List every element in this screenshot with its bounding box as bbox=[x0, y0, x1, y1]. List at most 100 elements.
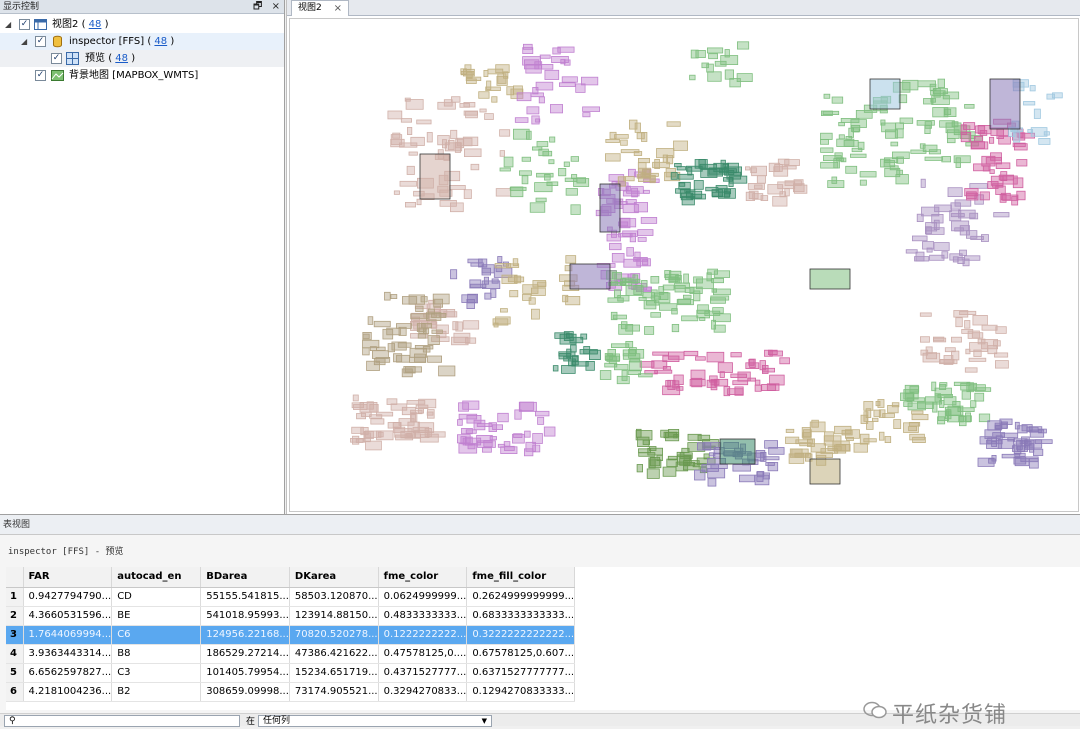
table-cell[interactable]: 58503.120870... bbox=[289, 587, 379, 607]
parcel-footprint[interactable] bbox=[774, 163, 783, 172]
parcel-footprint[interactable] bbox=[852, 128, 860, 133]
parcel-footprint[interactable] bbox=[529, 202, 546, 213]
parcel-footprint[interactable] bbox=[365, 440, 382, 451]
parcel-footprint[interactable] bbox=[821, 110, 833, 116]
parcel-footprint[interactable] bbox=[642, 439, 651, 445]
parcel-footprint[interactable] bbox=[484, 292, 492, 300]
parcel-footprint[interactable] bbox=[759, 360, 766, 371]
parcel-footprint[interactable] bbox=[427, 335, 440, 346]
parcel-footprint[interactable] bbox=[708, 53, 719, 60]
table-cell[interactable]: 4.3660531596... bbox=[23, 606, 113, 626]
parcel-footprint[interactable] bbox=[522, 284, 539, 294]
parcel-footprint[interactable] bbox=[519, 401, 534, 412]
parcel-footprint[interactable] bbox=[882, 413, 895, 418]
parcel-footprint[interactable] bbox=[964, 188, 979, 197]
parcel-footprint[interactable] bbox=[534, 410, 550, 417]
column-header[interactable]: autocad_en bbox=[111, 567, 202, 588]
parcel-block[interactable] bbox=[869, 78, 901, 110]
table-cell[interactable]: 15234.651719... bbox=[289, 663, 379, 683]
parcel-footprint[interactable] bbox=[638, 373, 653, 378]
table-cell[interactable]: 101405.79954... bbox=[200, 663, 290, 683]
row-number[interactable]: 4 bbox=[6, 644, 24, 664]
parcel-footprint[interactable] bbox=[953, 381, 971, 387]
parcel-footprint[interactable] bbox=[563, 161, 570, 167]
parcel-footprint[interactable] bbox=[905, 392, 914, 401]
parcel-footprint[interactable] bbox=[889, 165, 899, 171]
parcel-footprint[interactable] bbox=[691, 377, 703, 388]
parcel-footprint[interactable] bbox=[469, 279, 482, 289]
parcel-footprint[interactable] bbox=[537, 281, 547, 287]
parcel-footprint[interactable] bbox=[390, 403, 408, 411]
parcel-footprint[interactable] bbox=[973, 163, 991, 172]
parcel-footprint[interactable] bbox=[450, 129, 458, 140]
parcel-footprint[interactable] bbox=[764, 440, 779, 449]
parcel-footprint[interactable] bbox=[785, 428, 795, 433]
parcel-footprint[interactable] bbox=[537, 416, 545, 425]
parcel-footprint[interactable] bbox=[462, 400, 480, 410]
table-cell[interactable]: C6 bbox=[111, 625, 202, 645]
table-cell[interactable]: C3 bbox=[111, 663, 202, 683]
parcel-footprint[interactable] bbox=[535, 197, 547, 203]
parcel-footprint[interactable] bbox=[525, 64, 542, 74]
parcel-footprint[interactable] bbox=[925, 396, 942, 405]
parcel-footprint[interactable] bbox=[736, 41, 750, 50]
parcel-footprint[interactable] bbox=[654, 369, 673, 374]
parcel-footprint[interactable] bbox=[707, 478, 717, 487]
parcel-footprint[interactable] bbox=[939, 399, 945, 408]
parcel-footprint[interactable] bbox=[994, 424, 1003, 430]
table-cell[interactable]: 0.6833333333333... bbox=[466, 606, 576, 626]
parcel-footprint[interactable] bbox=[961, 328, 974, 334]
parcel-footprint[interactable] bbox=[1001, 421, 1008, 429]
parcel-footprint[interactable] bbox=[690, 369, 706, 380]
parcel-footprint[interactable] bbox=[618, 323, 634, 335]
parcel-footprint[interactable] bbox=[465, 76, 482, 81]
parcel-footprint[interactable] bbox=[971, 332, 984, 339]
parcel-footprint[interactable] bbox=[902, 79, 919, 91]
parcel-footprint[interactable] bbox=[951, 350, 960, 361]
parcel-footprint[interactable] bbox=[909, 385, 920, 393]
parcel-footprint[interactable] bbox=[820, 147, 834, 153]
table-cell[interactable]: 0.1222222222... bbox=[378, 625, 468, 645]
parcel-footprint[interactable] bbox=[987, 345, 998, 355]
parcel-footprint[interactable] bbox=[518, 170, 532, 176]
parcel-footprint[interactable] bbox=[375, 356, 391, 363]
parcel-footprint[interactable] bbox=[738, 474, 755, 483]
parcel-footprint[interactable] bbox=[461, 294, 477, 303]
parcel-footprint[interactable] bbox=[410, 412, 418, 423]
parcel-footprint[interactable] bbox=[536, 141, 549, 148]
parcel-footprint[interactable] bbox=[481, 447, 492, 453]
parcel-footprint[interactable] bbox=[958, 209, 976, 219]
collapse-icon[interactable]: ◢ bbox=[21, 33, 31, 50]
parcel-footprint[interactable] bbox=[497, 256, 503, 263]
parcel-footprint[interactable] bbox=[859, 171, 877, 178]
parcel-footprint[interactable] bbox=[724, 49, 730, 58]
table-cell[interactable]: 0.3294270833... bbox=[378, 682, 468, 702]
parcel-footprint[interactable] bbox=[516, 92, 532, 102]
parcel-footprint[interactable] bbox=[506, 86, 515, 96]
parcel-footprint[interactable] bbox=[522, 56, 542, 66]
parcel-footprint[interactable] bbox=[522, 47, 534, 55]
table-cell[interactable]: 55155.541815... bbox=[200, 587, 290, 607]
table-row[interactable]: 4 3.9363443314... B8 186529.27214... 47386.4… bbox=[6, 644, 576, 664]
parcel-footprint[interactable] bbox=[924, 121, 932, 129]
parcel-footprint[interactable] bbox=[972, 314, 988, 326]
parcel-footprint[interactable] bbox=[840, 118, 860, 123]
parcel-footprint[interactable] bbox=[399, 180, 417, 187]
parcel-footprint[interactable] bbox=[632, 274, 639, 284]
parcel-footprint[interactable] bbox=[959, 310, 977, 315]
parcel-footprint[interactable] bbox=[650, 295, 662, 300]
table-cell[interactable]: CD bbox=[111, 587, 202, 607]
parcel-footprint[interactable] bbox=[681, 196, 695, 206]
tree-item-basemap[interactable]: ✓ 背景地图 [MAPBOX_WMTS] bbox=[0, 67, 284, 84]
parcel-footprint[interactable] bbox=[393, 190, 400, 195]
parcel-footprint[interactable] bbox=[823, 93, 831, 99]
parcel-footprint[interactable] bbox=[916, 213, 924, 222]
parcel-footprint[interactable] bbox=[651, 360, 668, 369]
parcel-footprint[interactable] bbox=[979, 191, 990, 201]
parcel-footprint[interactable] bbox=[779, 191, 786, 198]
parcel-footprint[interactable] bbox=[959, 415, 967, 427]
parcel-footprint[interactable] bbox=[855, 110, 873, 119]
parcel-footprint[interactable] bbox=[620, 281, 633, 287]
parcel-footprint[interactable] bbox=[919, 312, 932, 317]
parcel-footprint[interactable] bbox=[1013, 131, 1021, 143]
